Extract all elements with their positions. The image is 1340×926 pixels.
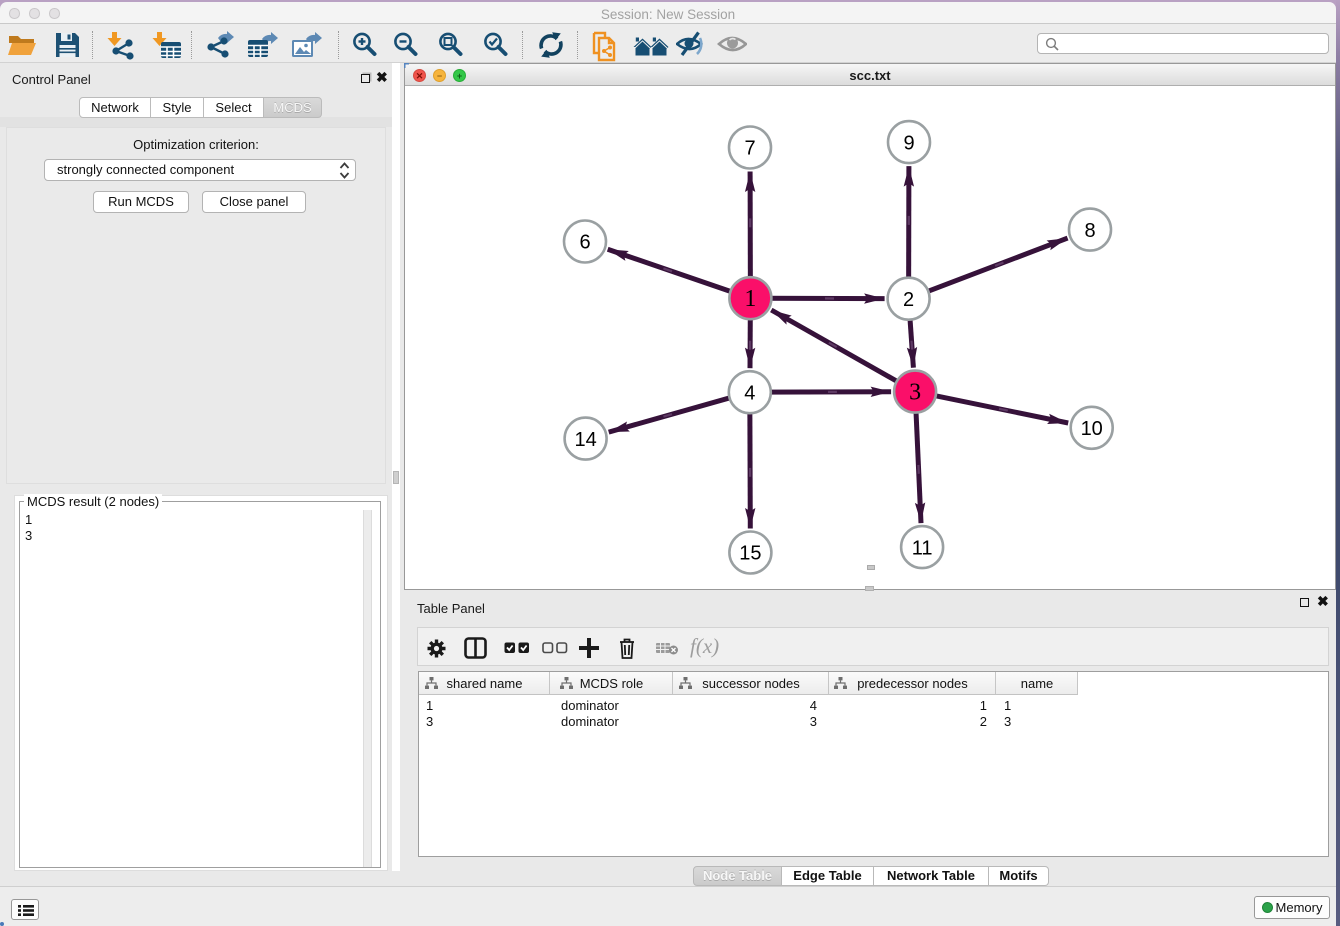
- svg-text:2: 2: [903, 289, 914, 311]
- svg-text:4: 4: [744, 382, 755, 404]
- svg-text:9: 9: [903, 132, 914, 154]
- svg-text:6: 6: [579, 232, 590, 254]
- svg-text:1: 1: [744, 286, 756, 312]
- svg-text:10: 10: [1081, 418, 1103, 440]
- svg-text:3: 3: [909, 380, 921, 406]
- svg-text:11: 11: [912, 537, 933, 559]
- svg-text:15: 15: [739, 543, 761, 565]
- svg-text:7: 7: [744, 138, 755, 160]
- svg-text:14: 14: [574, 429, 596, 451]
- svg-text:8: 8: [1084, 220, 1095, 242]
